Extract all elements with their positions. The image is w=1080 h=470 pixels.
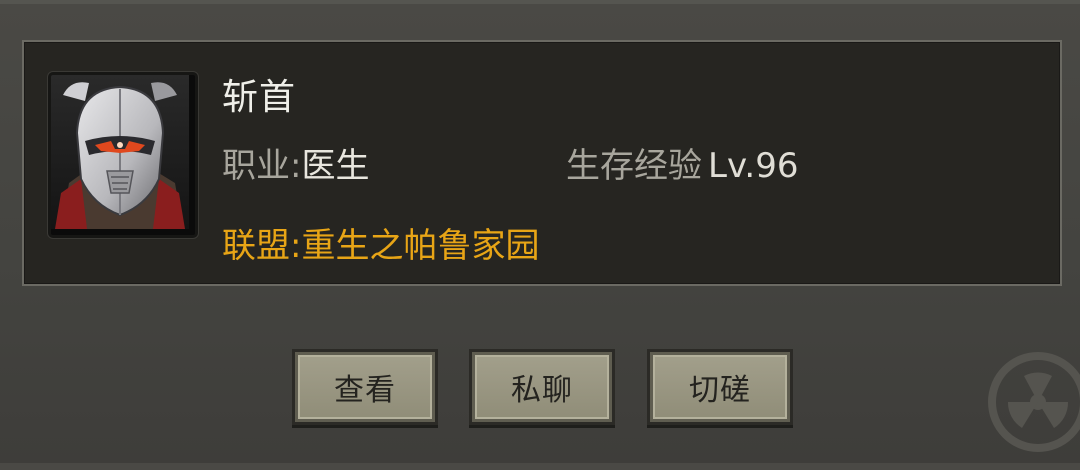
alliance-value[interactable]: 重生之帕鲁家园 — [301, 226, 539, 266]
alliance-label: 联盟: — [222, 226, 302, 266]
player-info-dialog: 斩首 职业:医生 生存经验 Lv.96 联盟:重生之帕鲁家园 查看 私聊 切磋 — [0, 0, 1080, 463]
helmet-portrait-icon — [51, 75, 189, 229]
private-chat-button[interactable]: 私聊 — [469, 349, 615, 425]
job-value: 医生 — [301, 146, 370, 186]
avatar[interactable] — [48, 72, 198, 238]
alliance-row: 联盟:重生之帕鲁家园 — [222, 218, 539, 267]
player-name: 斩首 — [222, 77, 297, 118]
player-info-panel: 斩首 职业:医生 生存经验 Lv.96 联盟:重生之帕鲁家园 — [22, 40, 1062, 286]
level-label: 生存经验 — [566, 146, 702, 186]
level-value: Lv.96 — [708, 146, 799, 186]
job-row: 职业:医生 — [222, 138, 369, 187]
view-button[interactable]: 查看 — [292, 349, 438, 425]
job-label: 职业: — [222, 146, 302, 186]
duel-button[interactable]: 切磋 — [647, 349, 793, 425]
radiation-icon — [988, 352, 1080, 452]
level-row: 生存经验 Lv.96 — [566, 138, 799, 187]
top-edge — [0, 0, 1080, 4]
